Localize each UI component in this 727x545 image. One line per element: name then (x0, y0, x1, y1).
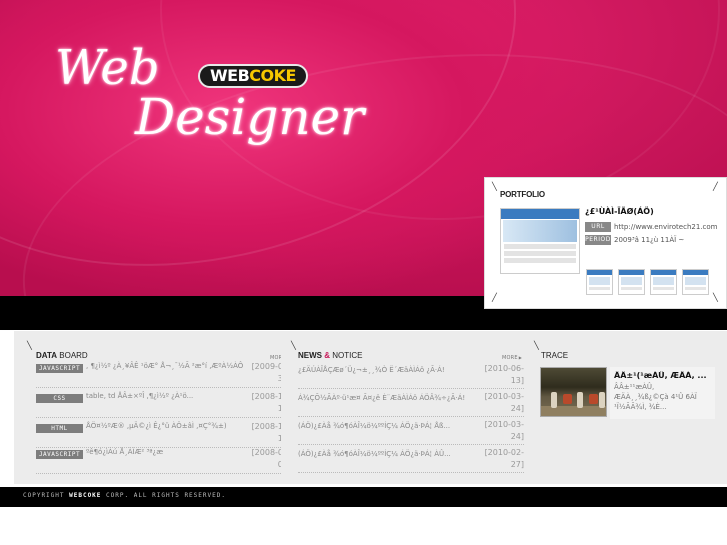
url-label: URL (585, 221, 611, 232)
portfolio-period-row: PERIOD 2009³â 11¿ù 11ÀÏ ~ (585, 234, 684, 245)
post-title[interactable]: ÅÖ¤½ºÆ® ,µÄ©¿ì Ê¿°ü ÀÖ±âÌ ,¤Ç°¾±) (86, 421, 251, 432)
list-item[interactable]: JAVASCRIPT ºê¶ó¿ìÀú Å¸ÀÌÆ² ³ª¿æ [2008-05… (36, 447, 291, 474)
news-title: NEWS & NOTICE (298, 351, 363, 360)
news-notice-section: ╲ NEWS & NOTICE MORE ¿£ÄÚÀÎÅÇÆø´Ü¿¬±¸¸¾Ò… (281, 339, 526, 479)
footer: COPYRIGHT WEBCOKE CORP. ALL RIGHTS RESER… (0, 487, 727, 507)
logo-script-line2: Designer (135, 88, 365, 146)
portfolio-card[interactable]: ╲ ╱ ╱ ╲ PORTFOLIO ¿£¹ÙÀÌ-ÏÃØ(ÁÖ) URL htt… (484, 177, 727, 309)
category-tag: CSS (36, 394, 83, 403)
trace-section: ╲ TRACE ÂÂ±¹(¹æÀÛ, ÆÄÀ, ... ÂÂ±¹¹æÀÛ, ÆÄ… (533, 339, 723, 479)
category-tag: JAVASCRIPT (36, 450, 83, 459)
corner-mark-icon: ╲ (534, 341, 539, 350)
copyright-text: COPYRIGHT WEBCOKE CORP. ALL RIGHTS RESER… (23, 492, 226, 499)
corner-mark-icon: ╲ (27, 341, 32, 350)
trace-title: TRACE (541, 351, 569, 360)
portfolio-url-row: URL http://www.envirotech21.com (585, 221, 717, 232)
portfolio-title: PORTFOLIO (500, 190, 545, 199)
list-item[interactable]: HTML ÅÖ¤½ºÆ® ,µÄ©¿ì Ê¿°ü ÀÖ±âÌ ,¤Ç°¾±) [… (36, 421, 291, 448)
data-board-title: DATA BOARD (36, 351, 88, 360)
category-tag: JAVASCRIPT (36, 364, 83, 373)
logo-web-text: WEB (210, 66, 250, 85)
webcoke-logo[interactable]: WEBCOKE (198, 64, 308, 88)
category-tag: HTML (36, 424, 83, 433)
data-board-section: ╲ DATA BOARD MORE JAVASCRIPT , ¶¿ì½º ¿À¸… (21, 339, 293, 479)
news-date: [2010-06-13] (484, 364, 524, 385)
trace-photo[interactable] (540, 367, 607, 417)
period-value: 2009³â 11¿ù 11ÀÏ ~ (614, 235, 685, 244)
trace-heading[interactable]: ÂÂ±¹(¹æÀÛ, ÆÄÀ, ... (614, 371, 711, 380)
list-item[interactable]: ¿£ÄÚÀÎÅÇÆø´Ü¿¬±¸¸¾Ò Ë´ÆäÀÌÁö ¿Ã·Á! [2010… (298, 363, 524, 389)
news-title-text[interactable]: (ÁÖ)¿£Àå ¾ó¶óÀÎ¼ö¼ººÍÇ¼ ÁÖ¿ä·ÞÁ¦ ÀÛ... (298, 449, 478, 460)
news-title-text[interactable]: (ÁÖ)¿£Àå ¾ó¶óÀÎ¼ö¼ººÍÇ¼ ÁÖ¿ä·ÞÁ¦ Åß... (298, 421, 478, 432)
logo-coke-text: COKE (249, 66, 296, 85)
news-date: [2010-02-27] (484, 448, 524, 469)
corner-mark-icon: ╲ (291, 341, 296, 350)
news-date: [2010-03-24] (484, 392, 524, 413)
post-title[interactable]: ºê¶ó¿ìÀú Å¸ÀÌÆ² ³ª¿æ (86, 447, 251, 458)
url-value[interactable]: http://www.envirotech21.com (614, 223, 717, 231)
corner-mark-icon: ╲ (713, 293, 718, 302)
portfolio-thumbnail[interactable] (682, 269, 709, 295)
period-label: PERIOD (585, 234, 611, 245)
corner-mark-icon: ╱ (492, 293, 497, 302)
list-item[interactable]: CSS table, td ÅÂ±×ºÎ ,¶¿ì½º ¿À¹ö... [200… (36, 391, 291, 418)
post-title[interactable]: table, td ÅÂ±×ºÎ ,¶¿ì½º ¿À¹ö... (86, 391, 251, 402)
list-item[interactable]: Á¾ÇÕ½ÃÀº·ü¹æ¤ Ã¤¿ë È¨ÆäÀÌÁö ÁÖÂ¾÷¿Ã·Á! [… (298, 391, 524, 417)
news-date: [2010-03-24] (484, 420, 524, 441)
list-item[interactable]: (ÁÖ)¿£Àå ¾ó¶óÀÎ¼ö¼ººÍÇ¼ ÁÖ¿ä·ÞÁ¦ Åß... [… (298, 419, 524, 445)
corner-mark-icon: ╲ (492, 182, 497, 191)
content-panel: ╲ DATA BOARD MORE JAVASCRIPT , ¶¿ì½º ¿À¸… (14, 331, 727, 484)
trace-card[interactable]: ÂÂ±¹(¹æÀÛ, ÆÄÀ, ... ÂÂ±¹¹æÀÛ, ÆÄÀ¸¸¾ß¿©Ç… (610, 367, 715, 419)
portfolio-thumbnail[interactable] (650, 269, 677, 295)
portfolio-thumbnail[interactable] (586, 269, 613, 295)
corner-mark-icon: ╱ (713, 182, 718, 191)
web-designer-logo: Web Designer (55, 40, 364, 150)
trace-body: ÂÂ±¹¹æÀÛ, ÆÄÀ¸¸¾ß¿©Çà 4¹Û 6ÀÏ ¹Ï½ÃÃ¾Ì, ¾… (614, 383, 697, 411)
portfolio-item-name[interactable]: ¿£¹ÙÀÌ-ÏÃØ(ÁÖ) (585, 207, 654, 216)
portfolio-thumbnail[interactable] (618, 269, 645, 295)
news-more-link[interactable]: MORE (502, 355, 522, 361)
news-title-text[interactable]: Á¾ÇÕ½ÃÀº·ü¹æ¤ Ã¤¿ë È¨ÆäÀÌÁö ÁÖÂ¾÷¿Ã·Á! (298, 393, 478, 404)
news-title-text[interactable]: ¿£ÄÚÀÎÅÇÆø´Ü¿¬±¸¸¾Ò Ë´ÆäÀÌÁö ¿Ã·Á! (298, 365, 478, 376)
list-item[interactable]: JAVASCRIPT , ¶¿ì½º ¿À¸¥ÂÊ ¹öÆ° Å¬¸¯½Ã ²æ… (36, 361, 291, 388)
list-item[interactable]: (ÁÖ)¿£Àå ¾ó¶óÀÎ¼ö¼ººÍÇ¼ ÁÖ¿ä·ÞÁ¦ ÀÛ... [… (298, 447, 524, 473)
post-title[interactable]: , ¶¿ì½º ¿À¸¥ÂÊ ¹öÆ° Å¬¸¯½Ã ²æ°í ,ÆºÀ½ÀÔ (86, 361, 251, 372)
portfolio-main-thumbnail[interactable] (500, 208, 580, 274)
